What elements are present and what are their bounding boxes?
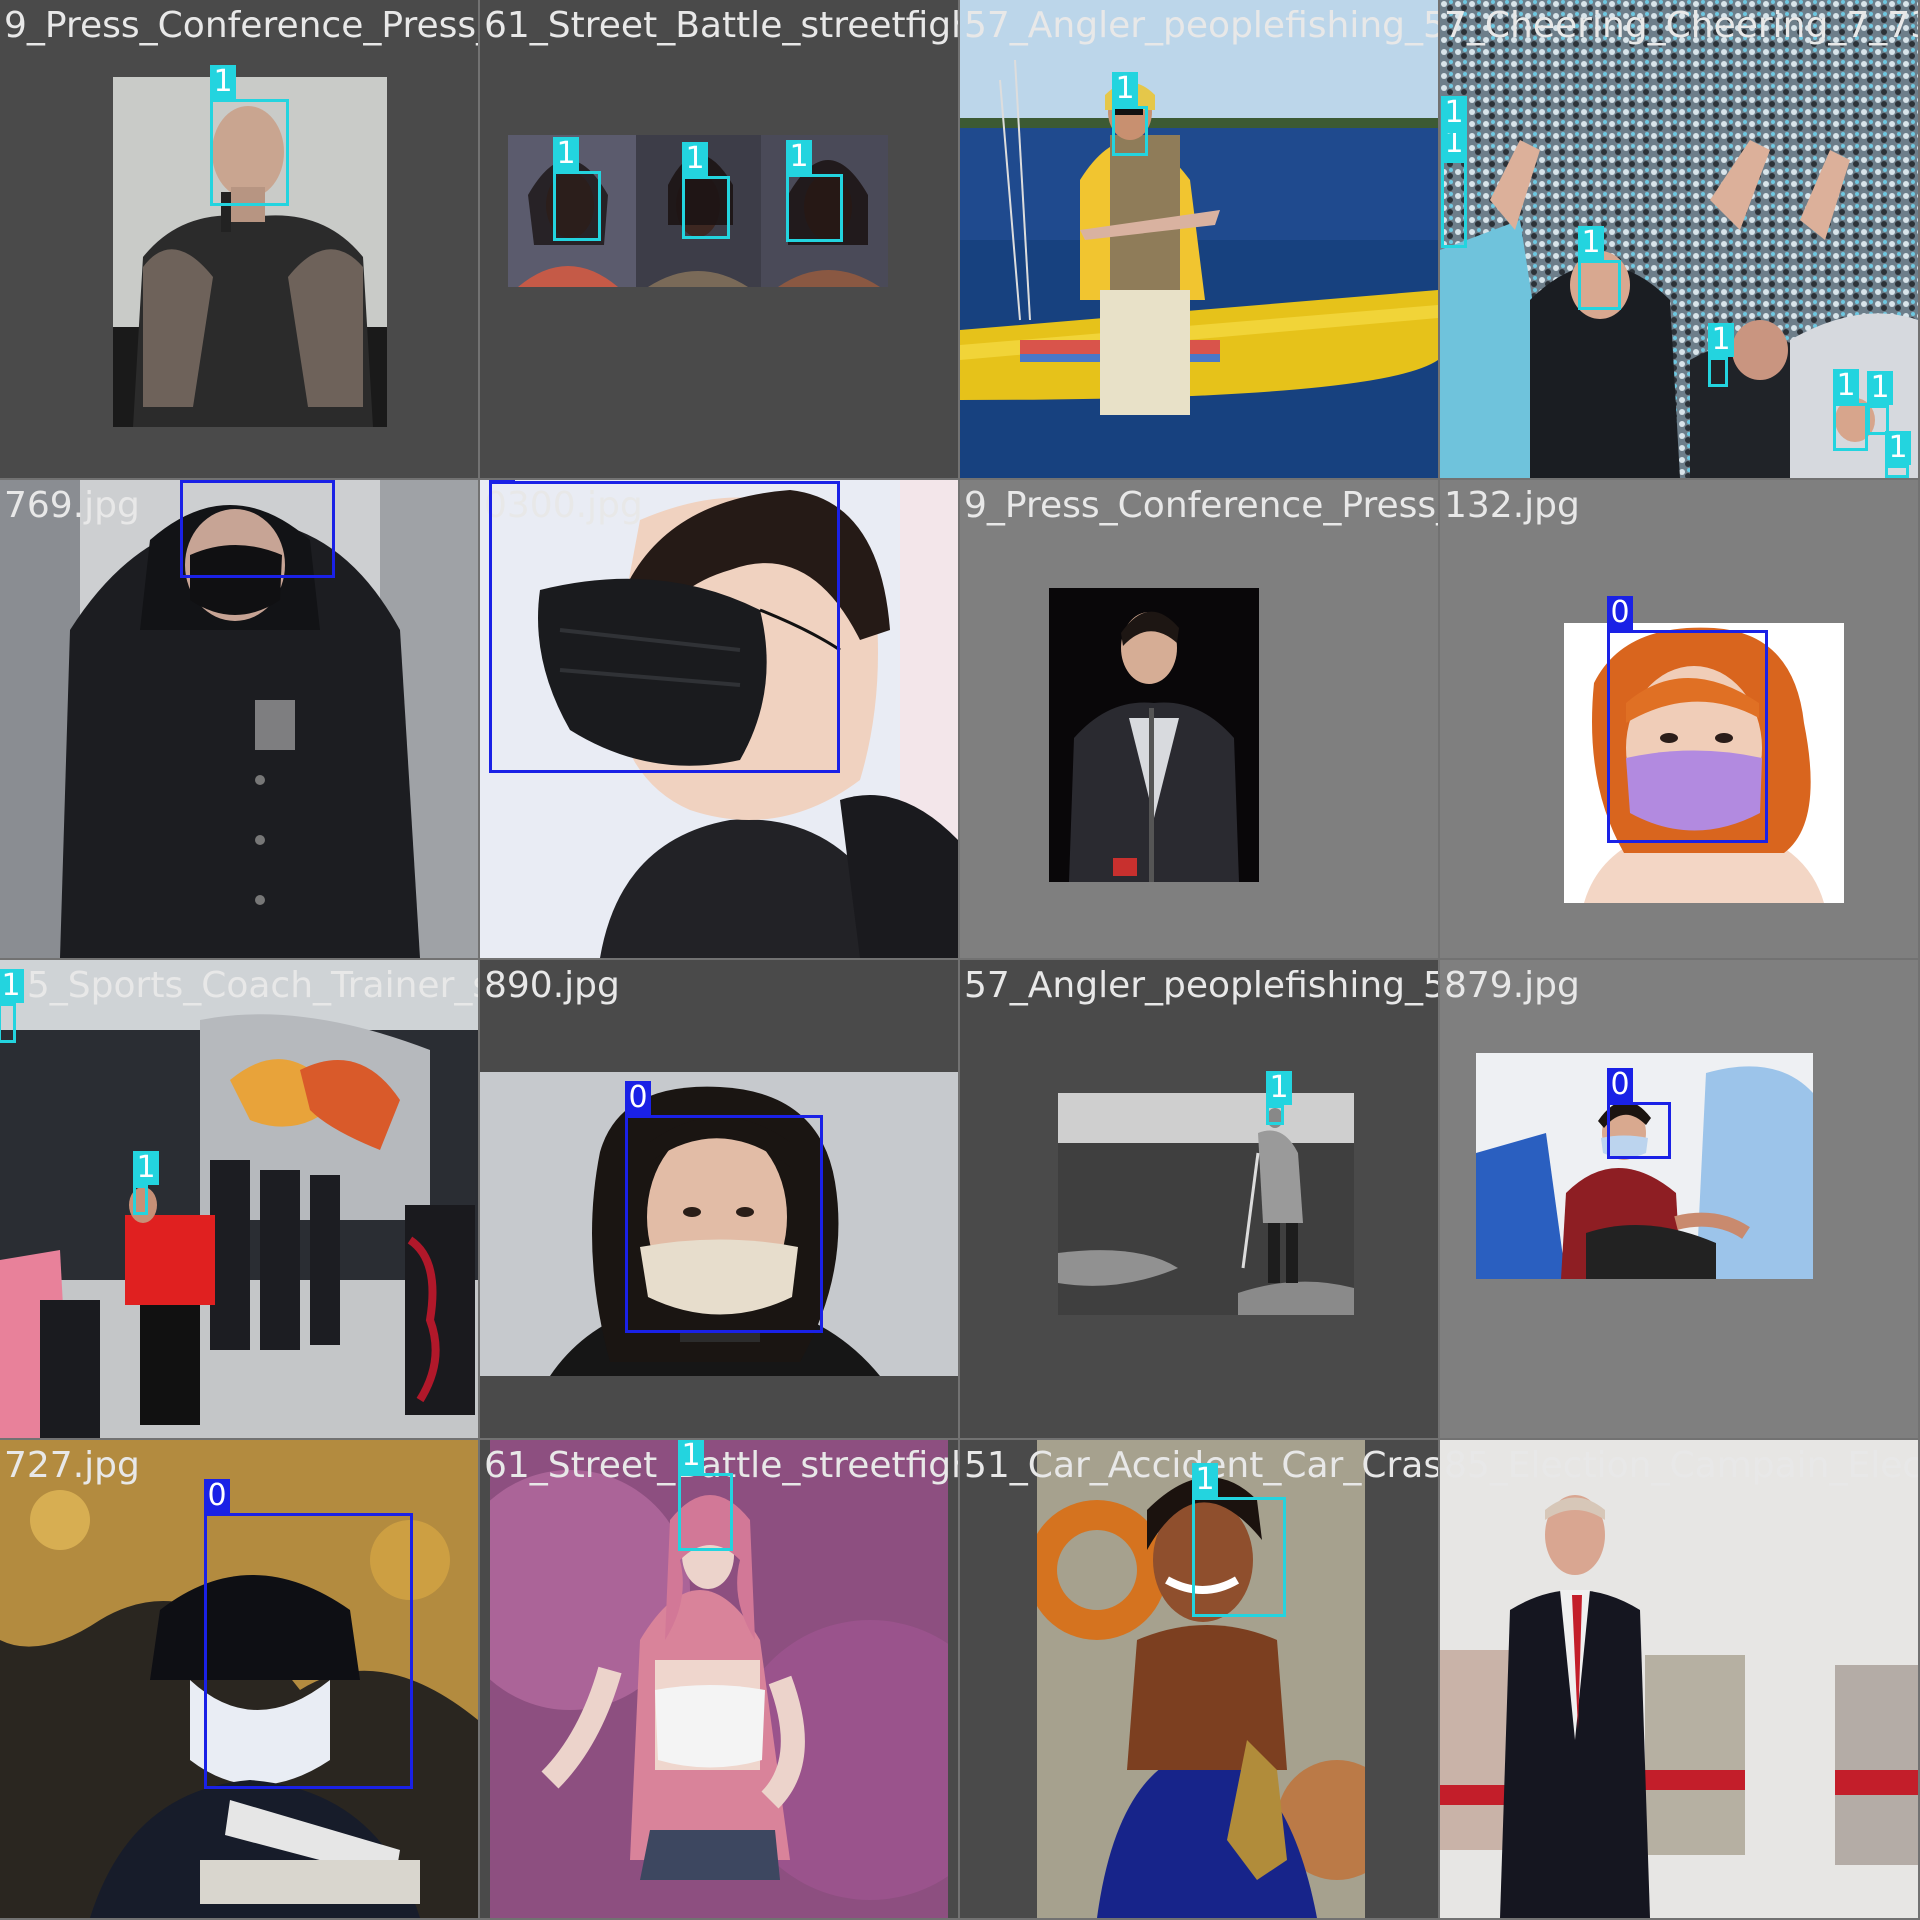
class-label: 1 (1112, 72, 1138, 106)
class-label: 0 (1607, 1068, 1633, 1102)
image-filename: 85_Election_Campain_Election (1444, 1445, 1918, 1486)
photo-art (0, 960, 478, 1438)
mask-box-class-0: 0 (1607, 1068, 1671, 1159)
mask-box-class-0: 0 (625, 1081, 823, 1333)
face-box-class-1: 1 (682, 142, 730, 239)
image-filename: 7_Cheering_Cheering_7_73 (1444, 5, 1918, 46)
tile-sports-coach: 55_Sports_Coach_Trainer_sportcoaching_55… (0, 960, 478, 1438)
photo (1440, 1440, 1918, 1918)
photo-art (1049, 588, 1259, 882)
tile-street-battle: 61_Street_Battle_streetfight_61_343.jpg … (480, 0, 958, 478)
class-label: 1 (1441, 96, 1467, 130)
class-label: 0 (489, 480, 515, 481)
tile-press-conference: 9_Press_Conference_Press_Conference_9_67… (0, 0, 478, 478)
face-box-class-1: 1 (210, 65, 289, 206)
class-label: 0 (1607, 596, 1633, 630)
face-box-class-1: 1 (1192, 1463, 1286, 1617)
photo-art (960, 0, 1438, 478)
tile-press-conference-92: 9_Press_Conference_Press_Conference_9_92 (960, 480, 1438, 958)
class-label: 0 (204, 1479, 230, 1513)
image-filename: 55_Sports_Coach_Trainer_sportcoaching_55 (4, 965, 478, 1006)
class-label: 1 (553, 137, 579, 171)
face-box-class-1: 1 (1266, 1071, 1292, 1125)
class-label: 1 (133, 1151, 159, 1185)
image-filename: 61_Street_Battle_streetfight_61_343.jpg (484, 5, 958, 46)
class-label: 1 (682, 142, 708, 176)
tile-132: 132.jpg 0 (1440, 480, 1918, 958)
face-box-class-1: 1 (133, 1151, 159, 1215)
image-filename: 9_Press_Conference_Press_Conference_9_67 (4, 5, 478, 46)
mask-box-class-0: 0 (1607, 596, 1768, 843)
class-label: 1 (1833, 369, 1859, 403)
class-label: 1 (1708, 323, 1734, 357)
image-filename: 727.jpg (4, 1445, 140, 1486)
photo (0, 960, 478, 1438)
image-filename: 132.jpg (1444, 485, 1580, 526)
face-box-class-1: 1 (1441, 96, 1467, 160)
class-label: 1 (678, 1440, 704, 1473)
tile-street-battle-346: 61_Street_Battle_streetfight_61_346.jpg … (480, 1440, 958, 1918)
tile-727: 727.jpg 0 (0, 1440, 478, 1918)
image-filename: 9_Press_Conference_Press_Conference_9_92 (964, 485, 1438, 526)
photo (1049, 588, 1259, 882)
class-label: 1 (786, 140, 812, 174)
face-box-class-1: 1 (1885, 431, 1911, 478)
image-filename: 57_Angler_peoplefishing_57_766.jpg (964, 5, 1438, 46)
class-label: 1 (1578, 226, 1604, 260)
photo-art (1058, 1093, 1354, 1315)
mask-box-class-0: 0 (204, 1479, 413, 1789)
photo-art (1476, 1053, 1813, 1279)
face-box-class-1: 1 (553, 137, 601, 241)
face-box-class-1: 1 (1708, 323, 1734, 387)
tile-890: 890.jpg 0 (480, 960, 958, 1438)
image-filename: 769.jpg (4, 485, 140, 526)
photo (1058, 1093, 1354, 1315)
photo (960, 0, 1438, 478)
class-label: 1 (210, 65, 236, 99)
class-label: 1 (1266, 1071, 1292, 1105)
face-box-class-1: 1 (0, 969, 24, 1043)
tile-angler: 57_Angler_peoplefishing_57_766.jpg 1 (960, 0, 1438, 478)
face-box-class-1: 1 (1833, 369, 1868, 451)
photo (1476, 1053, 1813, 1279)
tile-election: 85_Election_Campain_Election (1440, 1440, 1918, 1918)
photo-art (1440, 1440, 1918, 1918)
tile-879: 879.jpg 0 (1440, 960, 1918, 1438)
mask-box-class-0: 0 (489, 480, 840, 773)
image-filename: 57_Angler_peoplefishing_57_840.jpg (964, 965, 1438, 1006)
image-filename: 890.jpg (484, 965, 620, 1006)
tile-cheering: 7_Cheering_Cheering_7_73 1 1 1 1 1 1 1 (1440, 0, 1918, 478)
image-filename: 879.jpg (1444, 965, 1580, 1006)
detection-mosaic: 9_Press_Conference_Press_Conference_9_67… (0, 0, 1920, 1920)
tile-769: 769.jpg 0 (0, 480, 478, 958)
class-label: 1 (1867, 371, 1893, 405)
class-label: 1 (0, 969, 24, 1003)
class-label: 1 (1192, 1463, 1218, 1497)
face-box-class-1: 1 (1578, 226, 1621, 310)
face-box-class-1: 1 (678, 1440, 733, 1551)
face-box-class-1: 1 (786, 140, 843, 242)
face-box-class-1: 1 (1441, 126, 1467, 248)
tile-angler-840: 57_Angler_peoplefishing_57_840.jpg 1 (960, 960, 1438, 1438)
tile-0300: 0300.jpg 0 (480, 480, 958, 958)
face-box-class-1: 1 (1112, 72, 1148, 156)
tile-car-accident: 51_Car_Accident_Car_Crash_51_983.jpg 1 (960, 1440, 1438, 1918)
mask-box-class-0: 0 (180, 480, 335, 578)
class-label: 0 (625, 1081, 651, 1115)
class-label: 1 (1885, 431, 1911, 465)
